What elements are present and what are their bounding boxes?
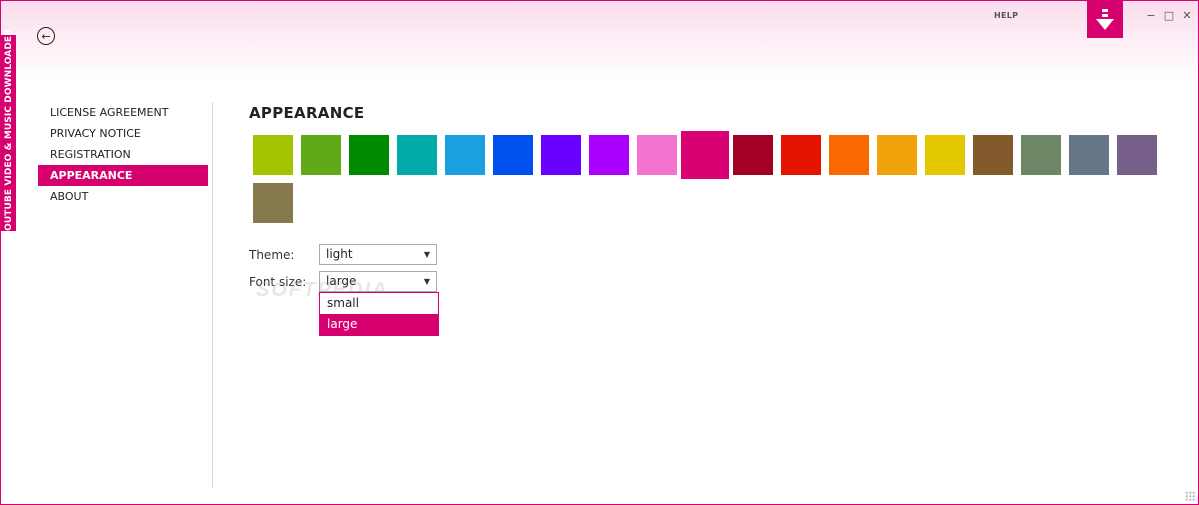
app-vertical-title-text: YOUTUBE VIDEO & MUSIC DOWNLOADER bbox=[3, 28, 14, 238]
chevron-down-icon: ▼ bbox=[423, 250, 430, 259]
resize-grip[interactable] bbox=[1185, 491, 1195, 501]
color-swatch[interactable] bbox=[541, 135, 581, 175]
app-window: YOUTUBE VIDEO & MUSIC DOWNLOADER ← HELP … bbox=[0, 0, 1199, 505]
color-swatch[interactable] bbox=[1021, 135, 1061, 175]
nav-item-registration[interactable]: REGISTRATION bbox=[38, 144, 208, 165]
font-size-dropdown-list: small large bbox=[319, 292, 439, 336]
color-swatch[interactable] bbox=[973, 135, 1013, 175]
page-title: APPEARANCE bbox=[249, 104, 365, 122]
chevron-down-icon: ▼ bbox=[423, 277, 430, 286]
nav-item-appearance[interactable]: APPEARANCE bbox=[38, 165, 208, 186]
nav-item-license-agreement[interactable]: LICENSE AGREEMENT bbox=[38, 102, 208, 123]
color-swatch[interactable] bbox=[925, 135, 965, 175]
color-swatch[interactable] bbox=[1117, 135, 1157, 175]
back-button[interactable]: ← bbox=[37, 27, 55, 45]
color-swatch[interactable] bbox=[733, 135, 773, 175]
font-size-option-large[interactable]: large bbox=[320, 314, 438, 335]
download-button[interactable] bbox=[1087, 1, 1123, 38]
back-arrow-icon: ← bbox=[41, 29, 51, 43]
theme-select-value: light bbox=[326, 247, 353, 261]
color-swatch[interactable] bbox=[253, 183, 293, 223]
theme-label: Theme: bbox=[249, 248, 295, 262]
font-size-option-small[interactable]: small bbox=[320, 293, 438, 314]
maximize-button[interactable]: □ bbox=[1162, 8, 1176, 22]
color-swatch[interactable] bbox=[397, 135, 437, 175]
nav-item-privacy-notice[interactable]: PRIVACY NOTICE bbox=[38, 123, 208, 144]
close-button[interactable]: ✕ bbox=[1180, 8, 1194, 22]
color-swatch[interactable] bbox=[589, 135, 629, 175]
download-icon bbox=[1096, 8, 1114, 30]
settings-nav: LICENSE AGREEMENT PRIVACY NOTICE REGISTR… bbox=[38, 102, 208, 207]
app-vertical-title: YOUTUBE VIDEO & MUSIC DOWNLOADER bbox=[1, 29, 16, 237]
color-swatch[interactable] bbox=[1069, 135, 1109, 175]
color-swatch[interactable] bbox=[253, 135, 293, 175]
nav-divider bbox=[212, 102, 213, 488]
nav-item-about[interactable]: ABOUT bbox=[38, 186, 208, 207]
minimize-button[interactable]: − bbox=[1144, 8, 1158, 22]
color-swatch-selected[interactable] bbox=[681, 131, 729, 179]
color-swatch[interactable] bbox=[301, 135, 341, 175]
color-swatch[interactable] bbox=[445, 135, 485, 175]
help-link[interactable]: HELP bbox=[994, 11, 1018, 20]
color-swatch[interactable] bbox=[493, 135, 533, 175]
close-icon: ✕ bbox=[1182, 8, 1192, 22]
color-swatch[interactable] bbox=[829, 135, 869, 175]
color-swatch[interactable] bbox=[637, 135, 677, 175]
maximize-icon: □ bbox=[1163, 8, 1175, 22]
color-swatch[interactable] bbox=[781, 135, 821, 175]
theme-select[interactable]: light ▼ bbox=[319, 244, 437, 265]
color-swatch[interactable] bbox=[349, 135, 389, 175]
color-swatch[interactable] bbox=[877, 135, 917, 175]
minimize-icon: − bbox=[1146, 8, 1156, 22]
